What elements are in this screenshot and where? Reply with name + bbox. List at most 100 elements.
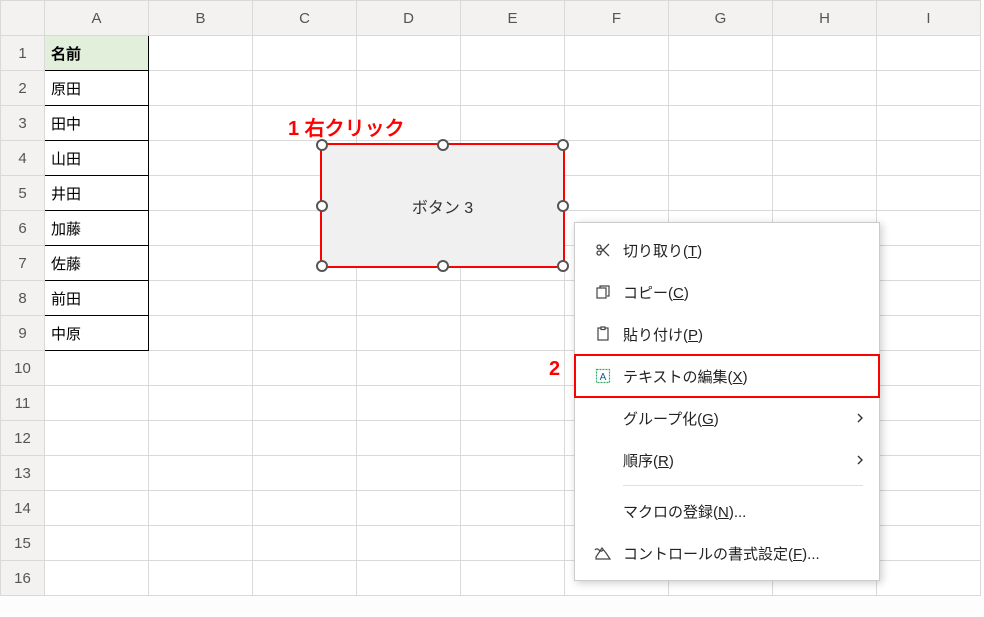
ctx-assign-macro[interactable]: マクロの登録(N)...: [575, 490, 879, 532]
col-head-H[interactable]: H: [773, 1, 877, 36]
row-head-7[interactable]: 7: [1, 246, 45, 281]
cell[interactable]: [45, 526, 149, 561]
cell[interactable]: [461, 526, 565, 561]
col-head-E[interactable]: E: [461, 1, 565, 36]
cell[interactable]: [877, 561, 981, 596]
cell[interactable]: [253, 351, 357, 386]
cell[interactable]: [149, 491, 253, 526]
cell[interactable]: [357, 36, 461, 71]
cell[interactable]: [461, 281, 565, 316]
form-button-shape[interactable]: ボタン 3: [321, 144, 564, 267]
cell[interactable]: [877, 386, 981, 421]
ctx-group[interactable]: グループ化(G): [575, 397, 879, 439]
cell[interactable]: [877, 456, 981, 491]
cell[interactable]: [45, 561, 149, 596]
cell[interactable]: [149, 281, 253, 316]
cell[interactable]: [357, 526, 461, 561]
resize-handle-bottom-left[interactable]: [316, 260, 328, 272]
cell[interactable]: [877, 351, 981, 386]
cell[interactable]: [877, 316, 981, 351]
resize-handle-middle-left[interactable]: [316, 200, 328, 212]
col-head-I[interactable]: I: [877, 1, 981, 36]
cell-A4[interactable]: 山田: [45, 141, 149, 176]
resize-handle-top-left[interactable]: [316, 139, 328, 151]
cell[interactable]: [461, 71, 565, 106]
cell-A5[interactable]: 井田: [45, 176, 149, 211]
ctx-copy[interactable]: コピー(C): [575, 271, 879, 313]
cell[interactable]: [357, 386, 461, 421]
row-head-5[interactable]: 5: [1, 176, 45, 211]
cell[interactable]: [773, 36, 877, 71]
cell[interactable]: [149, 246, 253, 281]
cell[interactable]: [773, 176, 877, 211]
cell[interactable]: [149, 316, 253, 351]
cell[interactable]: [565, 141, 669, 176]
col-head-D[interactable]: D: [357, 1, 461, 36]
row-head-4[interactable]: 4: [1, 141, 45, 176]
row-head-6[interactable]: 6: [1, 211, 45, 246]
row-head-12[interactable]: 12: [1, 421, 45, 456]
cell[interactable]: [253, 421, 357, 456]
row-head-16[interactable]: 16: [1, 561, 45, 596]
cell[interactable]: [149, 211, 253, 246]
cell[interactable]: [877, 281, 981, 316]
cell[interactable]: [253, 561, 357, 596]
row-head-10[interactable]: 10: [1, 351, 45, 386]
cell[interactable]: [669, 176, 773, 211]
row-head-14[interactable]: 14: [1, 491, 45, 526]
resize-handle-bottom-right[interactable]: [557, 260, 569, 272]
cell-A8[interactable]: 前田: [45, 281, 149, 316]
cell[interactable]: [149, 351, 253, 386]
cell-A7[interactable]: 佐藤: [45, 246, 149, 281]
ctx-cut[interactable]: 切り取り(T): [575, 229, 879, 271]
col-head-A[interactable]: A: [45, 1, 149, 36]
cell[interactable]: [877, 211, 981, 246]
col-head-F[interactable]: F: [565, 1, 669, 36]
resize-handle-top-center[interactable]: [437, 139, 449, 151]
cell[interactable]: [669, 106, 773, 141]
col-head-B[interactable]: B: [149, 1, 253, 36]
cell[interactable]: [253, 316, 357, 351]
cell[interactable]: [149, 176, 253, 211]
cell[interactable]: [669, 71, 773, 106]
cell[interactable]: [877, 141, 981, 176]
cell[interactable]: [149, 386, 253, 421]
cell[interactable]: [149, 421, 253, 456]
cell[interactable]: [253, 281, 357, 316]
cell[interactable]: [357, 561, 461, 596]
cell[interactable]: [253, 71, 357, 106]
row-head-2[interactable]: 2: [1, 71, 45, 106]
cell[interactable]: [877, 71, 981, 106]
cell[interactable]: [357, 456, 461, 491]
cell[interactable]: [253, 36, 357, 71]
col-head-G[interactable]: G: [669, 1, 773, 36]
cell[interactable]: [461, 386, 565, 421]
cell[interactable]: [253, 526, 357, 561]
cell[interactable]: [877, 421, 981, 456]
cell[interactable]: [877, 526, 981, 561]
row-head-9[interactable]: 9: [1, 316, 45, 351]
cell[interactable]: [565, 106, 669, 141]
row-head-11[interactable]: 11: [1, 386, 45, 421]
cell[interactable]: [45, 456, 149, 491]
cell[interactable]: [461, 106, 565, 141]
cell[interactable]: [45, 386, 149, 421]
row-head-3[interactable]: 3: [1, 106, 45, 141]
cell[interactable]: [877, 106, 981, 141]
resize-handle-top-right[interactable]: [557, 139, 569, 151]
col-head-C[interactable]: C: [253, 1, 357, 36]
cell[interactable]: [253, 491, 357, 526]
row-head-8[interactable]: 8: [1, 281, 45, 316]
cell[interactable]: [45, 421, 149, 456]
cell[interactable]: [149, 36, 253, 71]
cell[interactable]: [357, 491, 461, 526]
resize-handle-middle-right[interactable]: [557, 200, 569, 212]
cell[interactable]: [357, 351, 461, 386]
cell[interactable]: [357, 421, 461, 456]
ctx-format-control[interactable]: コントロールの書式設定(F)...: [575, 532, 879, 574]
cell[interactable]: [45, 491, 149, 526]
cell[interactable]: [149, 106, 253, 141]
cell[interactable]: [357, 281, 461, 316]
resize-handle-bottom-center[interactable]: [437, 260, 449, 272]
cell[interactable]: [253, 456, 357, 491]
